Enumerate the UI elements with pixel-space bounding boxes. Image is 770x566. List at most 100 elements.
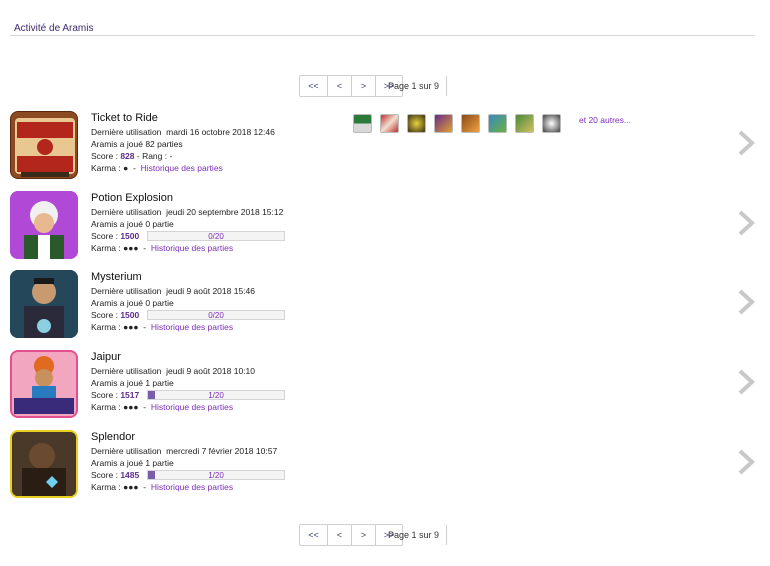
history-link[interactable]: Historique des parties — [151, 482, 233, 492]
game-name[interactable]: Ticket to Ride — [91, 111, 351, 125]
karma-dots: ● — [123, 163, 129, 173]
history-link[interactable]: Historique des parties — [151, 243, 233, 253]
separator: - — [143, 402, 147, 412]
last-used-label: Dernière utilisation — [91, 286, 162, 296]
progress-bar: 1/20 — [147, 470, 285, 480]
progress-bar: 1/20 — [147, 390, 285, 400]
score-line: Score : 828 - Rang : - — [91, 150, 351, 162]
chevron-right-icon[interactable] — [736, 288, 758, 316]
separator: - — [143, 322, 147, 332]
games-played: Aramis a joué 1 partie — [91, 458, 174, 468]
last-used-label: Dernière utilisation — [91, 366, 162, 376]
rank-text: - Rang : - — [136, 151, 173, 161]
last-used-label: Dernière utilisation — [91, 446, 162, 456]
expansion-map-icon-5[interactable] — [461, 114, 480, 133]
score-value: 1500 — [120, 231, 140, 241]
score-label: Score : — [91, 310, 118, 320]
karma-line: Karma : ●●● - Historique des parties — [91, 481, 351, 493]
chevron-right-icon[interactable] — [736, 368, 758, 396]
karma-dots: ●●● — [123, 402, 139, 412]
separator: - — [133, 163, 136, 173]
chevron-right-icon[interactable] — [736, 129, 758, 157]
last-used-date: mardi 16 octobre 2018 12:46 — [166, 127, 275, 137]
score-label: Score : — [91, 470, 118, 480]
expansion-map-icon-2[interactable] — [380, 114, 399, 133]
progress-text: 1/20 — [208, 391, 224, 400]
score-line: Score : 1500 0/20 — [91, 309, 351, 321]
chevron-right-icon[interactable] — [736, 209, 758, 237]
splendor-icon[interactable] — [10, 430, 78, 498]
first-page-button[interactable]: << — [300, 525, 328, 545]
games-played: Aramis a joué 82 parties — [91, 139, 183, 149]
expansion-map-icon-1[interactable] — [353, 114, 372, 133]
game-name[interactable]: Splendor — [91, 430, 351, 444]
history-link[interactable]: Historique des parties — [141, 163, 223, 173]
last-used-line: Dernière utilisation mercredi 7 février … — [91, 445, 351, 457]
score-value: 828 — [120, 151, 135, 161]
expansion-map-icon-7[interactable] — [515, 114, 534, 133]
last-used-line: Dernière utilisation jeudi 20 septembre … — [91, 206, 351, 218]
separator: - — [143, 482, 147, 492]
expansion-map-icon-8[interactable] — [542, 114, 561, 133]
karma-line: Karma : ●●● - Historique des parties — [91, 321, 351, 333]
score-label: Score : — [91, 390, 118, 400]
expansion-map-icon-3[interactable] — [407, 114, 426, 133]
karma-label: Karma : — [91, 163, 121, 173]
last-used-date: jeudi 9 août 2018 10:10 — [166, 366, 255, 376]
potion-explosion-icon[interactable] — [10, 191, 78, 259]
mysterium-icon[interactable] — [10, 270, 78, 338]
ticket-to-ride-icon[interactable] — [10, 111, 78, 179]
game-row-splendor: Splendor Dernière utilisation mercredi 7… — [10, 430, 760, 502]
game-row-potion-explosion: Potion Explosion Dernière utilisation je… — [10, 191, 760, 263]
more-expansions-link[interactable]: et 20 autres... — [579, 115, 631, 125]
progress-bar: 0/20 — [147, 310, 285, 320]
score-line: Score : 1485 1/20 — [91, 469, 351, 481]
page-indicator: Page 1 sur 9 — [381, 76, 447, 96]
game-row-ticket-to-ride: Ticket to Ride Dernière utilisation mard… — [10, 111, 760, 183]
pagination-bottom: << < Page 1 sur 9 > >> — [299, 524, 447, 546]
last-used-line: Dernière utilisation jeudi 9 août 2018 1… — [91, 285, 351, 297]
progress-bar: 0/20 — [147, 231, 285, 241]
game-name[interactable]: Mysterium — [91, 270, 351, 284]
next-page-button[interactable]: > — [352, 525, 376, 545]
last-used-line: Dernière utilisation mardi 16 octobre 20… — [91, 126, 351, 138]
karma-dots: ●●● — [123, 482, 139, 492]
expansion-map-icon-6[interactable] — [488, 114, 507, 133]
page-indicator: Page 1 sur 9 — [381, 525, 447, 545]
pagination-top: << < Page 1 sur 9 > >> — [299, 75, 447, 97]
next-page-button[interactable]: > — [352, 76, 376, 96]
expansion-icons — [353, 114, 561, 133]
score-label: Score : — [91, 231, 118, 241]
expansion-map-icon-4[interactable] — [434, 114, 453, 133]
history-link[interactable]: Historique des parties — [151, 322, 233, 332]
section-divider — [10, 35, 755, 36]
game-name[interactable]: Jaipur — [91, 350, 351, 364]
prev-page-button[interactable]: < — [328, 525, 352, 545]
games-played: Aramis a joué 0 partie — [91, 219, 174, 229]
first-page-button[interactable]: << — [300, 76, 328, 96]
score-value: 1485 — [120, 470, 140, 480]
jaipur-icon[interactable] — [10, 350, 78, 418]
separator: - — [143, 243, 147, 253]
chevron-right-icon[interactable] — [736, 448, 758, 476]
karma-dots: ●●● — [123, 322, 139, 332]
karma-line: Karma : ●●● - Historique des parties — [91, 401, 351, 413]
prev-page-button[interactable]: < — [328, 76, 352, 96]
history-link[interactable]: Historique des parties — [151, 402, 233, 412]
last-used-label: Dernière utilisation — [91, 127, 162, 137]
game-row-mysterium: Mysterium Dernière utilisation jeudi 9 a… — [10, 270, 760, 342]
last-used-date: mercredi 7 février 2018 10:57 — [166, 446, 278, 456]
score-label: Score : — [91, 151, 118, 161]
score-line: Score : 1517 1/20 — [91, 389, 351, 401]
karma-label: Karma : — [91, 402, 121, 412]
games-played: Aramis a joué 0 partie — [91, 298, 174, 308]
games-played: Aramis a joué 1 partie — [91, 378, 174, 388]
score-line: Score : 1500 0/20 — [91, 230, 351, 242]
karma-label: Karma : — [91, 322, 121, 332]
karma-label: Karma : — [91, 243, 121, 253]
progress-text: 0/20 — [208, 232, 224, 241]
game-row-jaipur: Jaipur Dernière utilisation jeudi 9 août… — [10, 350, 760, 422]
game-name[interactable]: Potion Explosion — [91, 191, 351, 205]
score-value: 1500 — [120, 310, 140, 320]
last-used-date: jeudi 9 août 2018 15:46 — [166, 286, 255, 296]
